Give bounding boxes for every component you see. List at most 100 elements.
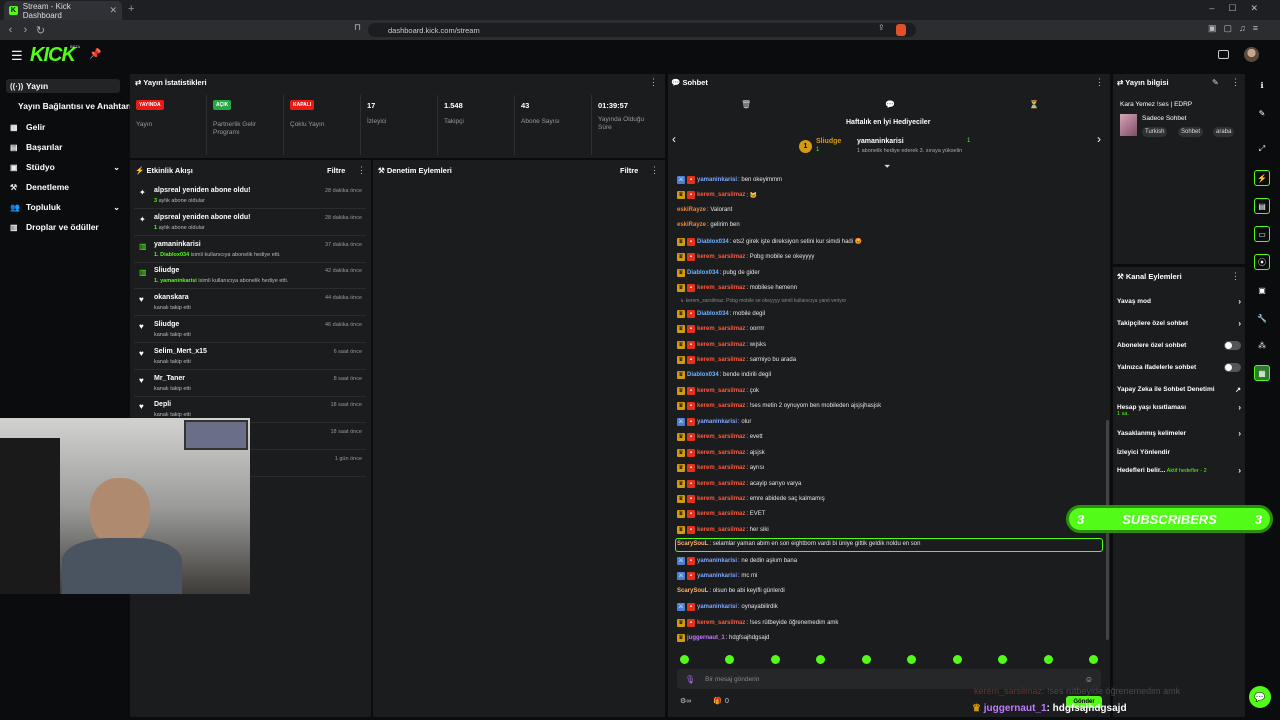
chat-username[interactable]: kerem_sarsilmaz [697, 496, 745, 502]
channel-action-item[interactable]: Hesap yaşı kısıtlaması 1 sa. › [1117, 403, 1241, 417]
chat-username[interactable]: kerem_sarsilmaz [697, 285, 745, 291]
sidebar-item-droplar[interactable]: ▥ Droplar ve ödüller [10, 222, 120, 232]
chat-username[interactable]: juggernaut_1 [687, 635, 725, 641]
emote-icon[interactable] [725, 655, 734, 664]
sidebar-item-basarilar[interactable]: ▤ Başarılar [10, 142, 120, 152]
chat-username[interactable]: yamaninkarisi [697, 177, 737, 183]
chat-username[interactable]: kerem_sarsilmaz [697, 450, 745, 456]
chat-username[interactable]: kerem_sarsilmaz [697, 465, 745, 471]
help-chat-icon[interactable]: 💬 [1249, 686, 1271, 708]
chat-username[interactable]: Diablox034 [687, 372, 719, 378]
chevron-right-icon[interactable]: › [1097, 132, 1101, 146]
chat-username[interactable]: eskiRayze [677, 222, 706, 228]
channel-action-item[interactable]: Yapay Zeka ile Sohbet Denetimi ↗ [1117, 386, 1241, 394]
sidebar-item-topluluk[interactable]: 👥 Topluluk ⌄ [10, 202, 120, 212]
extension-icon[interactable]: ▦ [1254, 365, 1270, 381]
window-controls[interactable]: –☐✕ [1209, 3, 1272, 14]
emote-icon[interactable] [771, 655, 780, 664]
sidebar-item-yayin[interactable]: ((·)) Yayın [6, 79, 120, 93]
gift-icon[interactable]: 🎁 [713, 697, 722, 705]
emote-icon[interactable] [953, 655, 962, 664]
reload-icon[interactable]: ↻ [33, 24, 48, 37]
chat-username[interactable]: kerem_sarsilmaz [697, 481, 745, 487]
more-options-icon[interactable]: ⋮ [357, 165, 366, 176]
chat-username[interactable]: Diablox034 [697, 311, 729, 317]
emote-icon[interactable] [862, 655, 871, 664]
emote-icon[interactable] [998, 655, 1007, 664]
channel-action-item[interactable]: Hedefleri belir... Aktif hedefler - 2 › [1117, 466, 1241, 475]
chat-username[interactable]: eskiRayze [677, 207, 706, 213]
new-tab-icon[interactable]: + [128, 3, 134, 15]
emote-icon[interactable] [1044, 655, 1053, 664]
toggle-switch[interactable] [1224, 363, 1241, 372]
close-tab-icon[interactable]: ✕ [109, 5, 117, 16]
edit-icon[interactable]: ✎ [1212, 78, 1219, 87]
browser-extensions[interactable]: ▣▢♫≡ [1208, 23, 1265, 34]
viewer-settings-icon[interactable]: ⚙∞ [680, 697, 691, 705]
chat-icon[interactable]: ▭ [1254, 226, 1270, 242]
channel-action-item[interactable]: Yavaş mod › [1117, 297, 1241, 306]
emote-icon[interactable] [907, 655, 916, 664]
share-icon[interactable]: ⇪ [878, 23, 885, 32]
browser-tab[interactable]: K Stream - Kick Dashboard ✕ [4, 1, 122, 20]
chat-username[interactable]: kerem_sarsilmaz [697, 434, 745, 440]
chat-username[interactable]: kerem_sarsilmaz [697, 511, 745, 517]
chat-username[interactable]: kerem_sarsilmaz [697, 527, 745, 533]
channel-action-item[interactable]: Abonelere özel sohbet [1117, 341, 1241, 350]
wrench-icon[interactable]: 🔧 [1254, 311, 1270, 327]
trash-icon[interactable]: 🗑 [741, 100, 751, 109]
more-options-icon[interactable]: ⋮ [650, 165, 659, 176]
chat-username[interactable]: yamaninkarisi [697, 419, 737, 425]
more-options-icon[interactable]: ⋮ [1231, 271, 1240, 282]
chat-username[interactable]: kerem_sarsilmaz [697, 326, 745, 332]
chevron-left-icon[interactable]: ‹ [672, 132, 676, 146]
channel-action-item[interactable]: İzleyici Yönlendir [1117, 449, 1241, 456]
tag[interactable]: araba [1213, 127, 1235, 137]
chat-username[interactable]: kerem_sarsilmaz [697, 357, 745, 363]
bolt-icon[interactable]: ⚡ [1254, 170, 1270, 186]
sidebar-item-stream-key[interactable]: Yayın Bağlantısı ve Anahtarı [18, 101, 132, 111]
channel-action-item[interactable]: Takipçilere özel sohbet › [1117, 319, 1241, 328]
hourglass-icon[interactable]: ⏳ [1029, 100, 1039, 109]
hamburger-menu-icon[interactable]: ☰ [11, 48, 23, 64]
activity-filter-button[interactable]: Filtre [327, 166, 345, 175]
channel-action-item[interactable]: Yasaklanmış kelimeler › [1117, 429, 1241, 438]
sidebar-item-studyo[interactable]: ▣ Stüdyo ⌄ [10, 162, 120, 172]
chat-username[interactable]: Diablox034 [697, 239, 729, 245]
chat-username[interactable]: kerem_sarsilmaz [697, 620, 745, 626]
edit-icon[interactable]: ✎ [1254, 106, 1270, 122]
document-icon[interactable]: ▤ [1254, 198, 1270, 214]
card-icon[interactable]: ▣ [1254, 283, 1270, 299]
avatar[interactable] [1244, 47, 1259, 62]
emote-icon[interactable] [816, 655, 825, 664]
sidebar-item-denetleme[interactable]: ⚒ Denetleme [10, 182, 120, 192]
chat-bubble-icon[interactable]: 💬 [885, 100, 895, 109]
bookmark-icon[interactable]: ⊓ [354, 22, 361, 33]
wallet-icon[interactable] [1218, 50, 1229, 59]
chat-username[interactable]: kerem_sarsilmaz [697, 403, 745, 409]
pin-icon[interactable]: 📌 [89, 49, 101, 60]
moderation-filter-button[interactable]: Filtre [620, 166, 638, 175]
forward-icon[interactable]: › [18, 24, 33, 36]
info-icon[interactable]: ℹ [1254, 78, 1270, 94]
address-bar[interactable]: dashboard.kick.com/stream [368, 23, 916, 37]
emoji-icon[interactable]: ☺ [1085, 675, 1093, 684]
share-icon[interactable]: ⁂ [1254, 338, 1270, 354]
chat-username[interactable]: ScarySouL [677, 541, 708, 547]
sidebar-item-gelir[interactable]: ▦ Gelir [10, 122, 120, 132]
chat-username[interactable]: kerem_sarsilmaz [697, 192, 745, 198]
tag[interactable]: Sohbet [1178, 127, 1204, 137]
expand-icon[interactable]: ⤢ [1254, 141, 1270, 157]
broadcast-icon[interactable]: ⦿ [1254, 254, 1270, 270]
emote-icon[interactable] [680, 655, 689, 664]
tag[interactable]: Turkish [1142, 127, 1168, 137]
chat-username[interactable]: yamaninkarisi [697, 573, 737, 579]
toggle-switch[interactable] [1224, 341, 1241, 350]
more-options-icon[interactable]: ⋮ [1095, 77, 1104, 88]
collapse-icon[interactable]: ⏷ [884, 162, 890, 172]
chat-username[interactable]: kerem_sarsilmaz [697, 254, 745, 260]
chat-username[interactable]: yamaninkarisi [697, 604, 737, 610]
kick-logo[interactable]: KICK [30, 44, 76, 67]
chat-username[interactable]: kerem_sarsilmaz [697, 342, 745, 348]
back-icon[interactable]: ‹ [3, 24, 18, 36]
